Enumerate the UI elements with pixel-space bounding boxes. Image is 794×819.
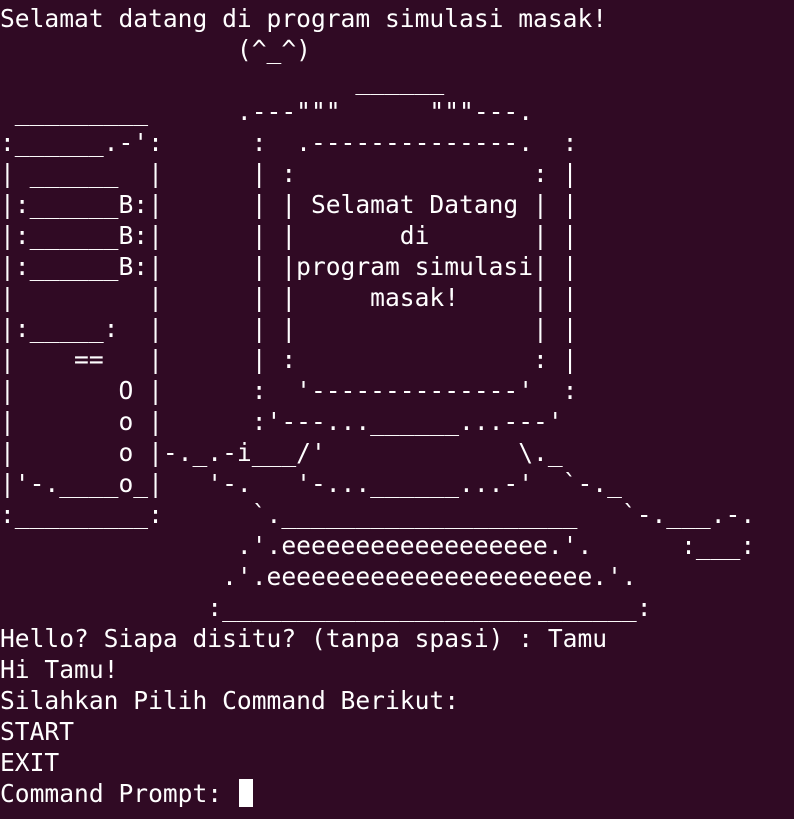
ascii-art-line: :_________: `.____________________ `-.__…: [0, 500, 756, 529]
terminal-window[interactable]: Selamat datang di program simulasi masak…: [0, 0, 794, 819]
name-prompt-line: Hello? Siapa disitu? (tanpa spasi) : Tam…: [0, 624, 608, 653]
ascii-art-line: .'.eeeeeeeeeeeeeeeeeeeeee.'.: [0, 562, 637, 591]
command-prompt-line[interactable]: Command Prompt:: [0, 778, 237, 809]
smiley-line: (^_^): [0, 35, 311, 64]
greeting-line: Hi Tamu!: [0, 655, 119, 684]
text-cursor[interactable]: [239, 779, 253, 807]
ascii-art-line: |:_____: | | | | |: [0, 314, 578, 343]
command-header-line: Silahkan Pilih Command Berikut:: [0, 686, 460, 715]
ascii-art-line: |:______B:| | | Selamat Datang | |: [0, 190, 578, 219]
ascii-art-line: |:______B:| | | di | |: [0, 221, 578, 250]
ascii-art-line: | O | : '--------------' :: [0, 376, 578, 405]
ascii-art-line: _________ .---""" """---.: [0, 97, 534, 126]
welcome-line: Selamat datang di program simulasi masak…: [0, 4, 608, 33]
ascii-art-line: .'.eeeeeeeeeeeeeeeeee.'. :___:: [0, 531, 756, 560]
command-start: START: [0, 717, 75, 746]
ascii-art-line: | == | | : : |: [0, 345, 578, 374]
ascii-art-line: :______.-': : .--------------. :: [0, 128, 578, 157]
command-exit: EXIT: [0, 748, 60, 777]
ascii-art-line: | | | | masak! | |: [0, 283, 578, 312]
ascii-art-line: | ______ | | : : |: [0, 159, 578, 188]
ascii-art-line: :____________________________:: [0, 593, 652, 622]
ascii-art-line: ______: [0, 66, 445, 95]
ascii-art-line: | o | :'---...______...---': [0, 407, 563, 436]
ascii-art-line: |:______B:| | |program simulasi| |: [0, 252, 578, 281]
ascii-art-line: | o |-._.-i___/' \._: [0, 438, 563, 467]
ascii-art-line: |'-.____o_| '-. '-...______...-' `-._: [0, 469, 622, 498]
